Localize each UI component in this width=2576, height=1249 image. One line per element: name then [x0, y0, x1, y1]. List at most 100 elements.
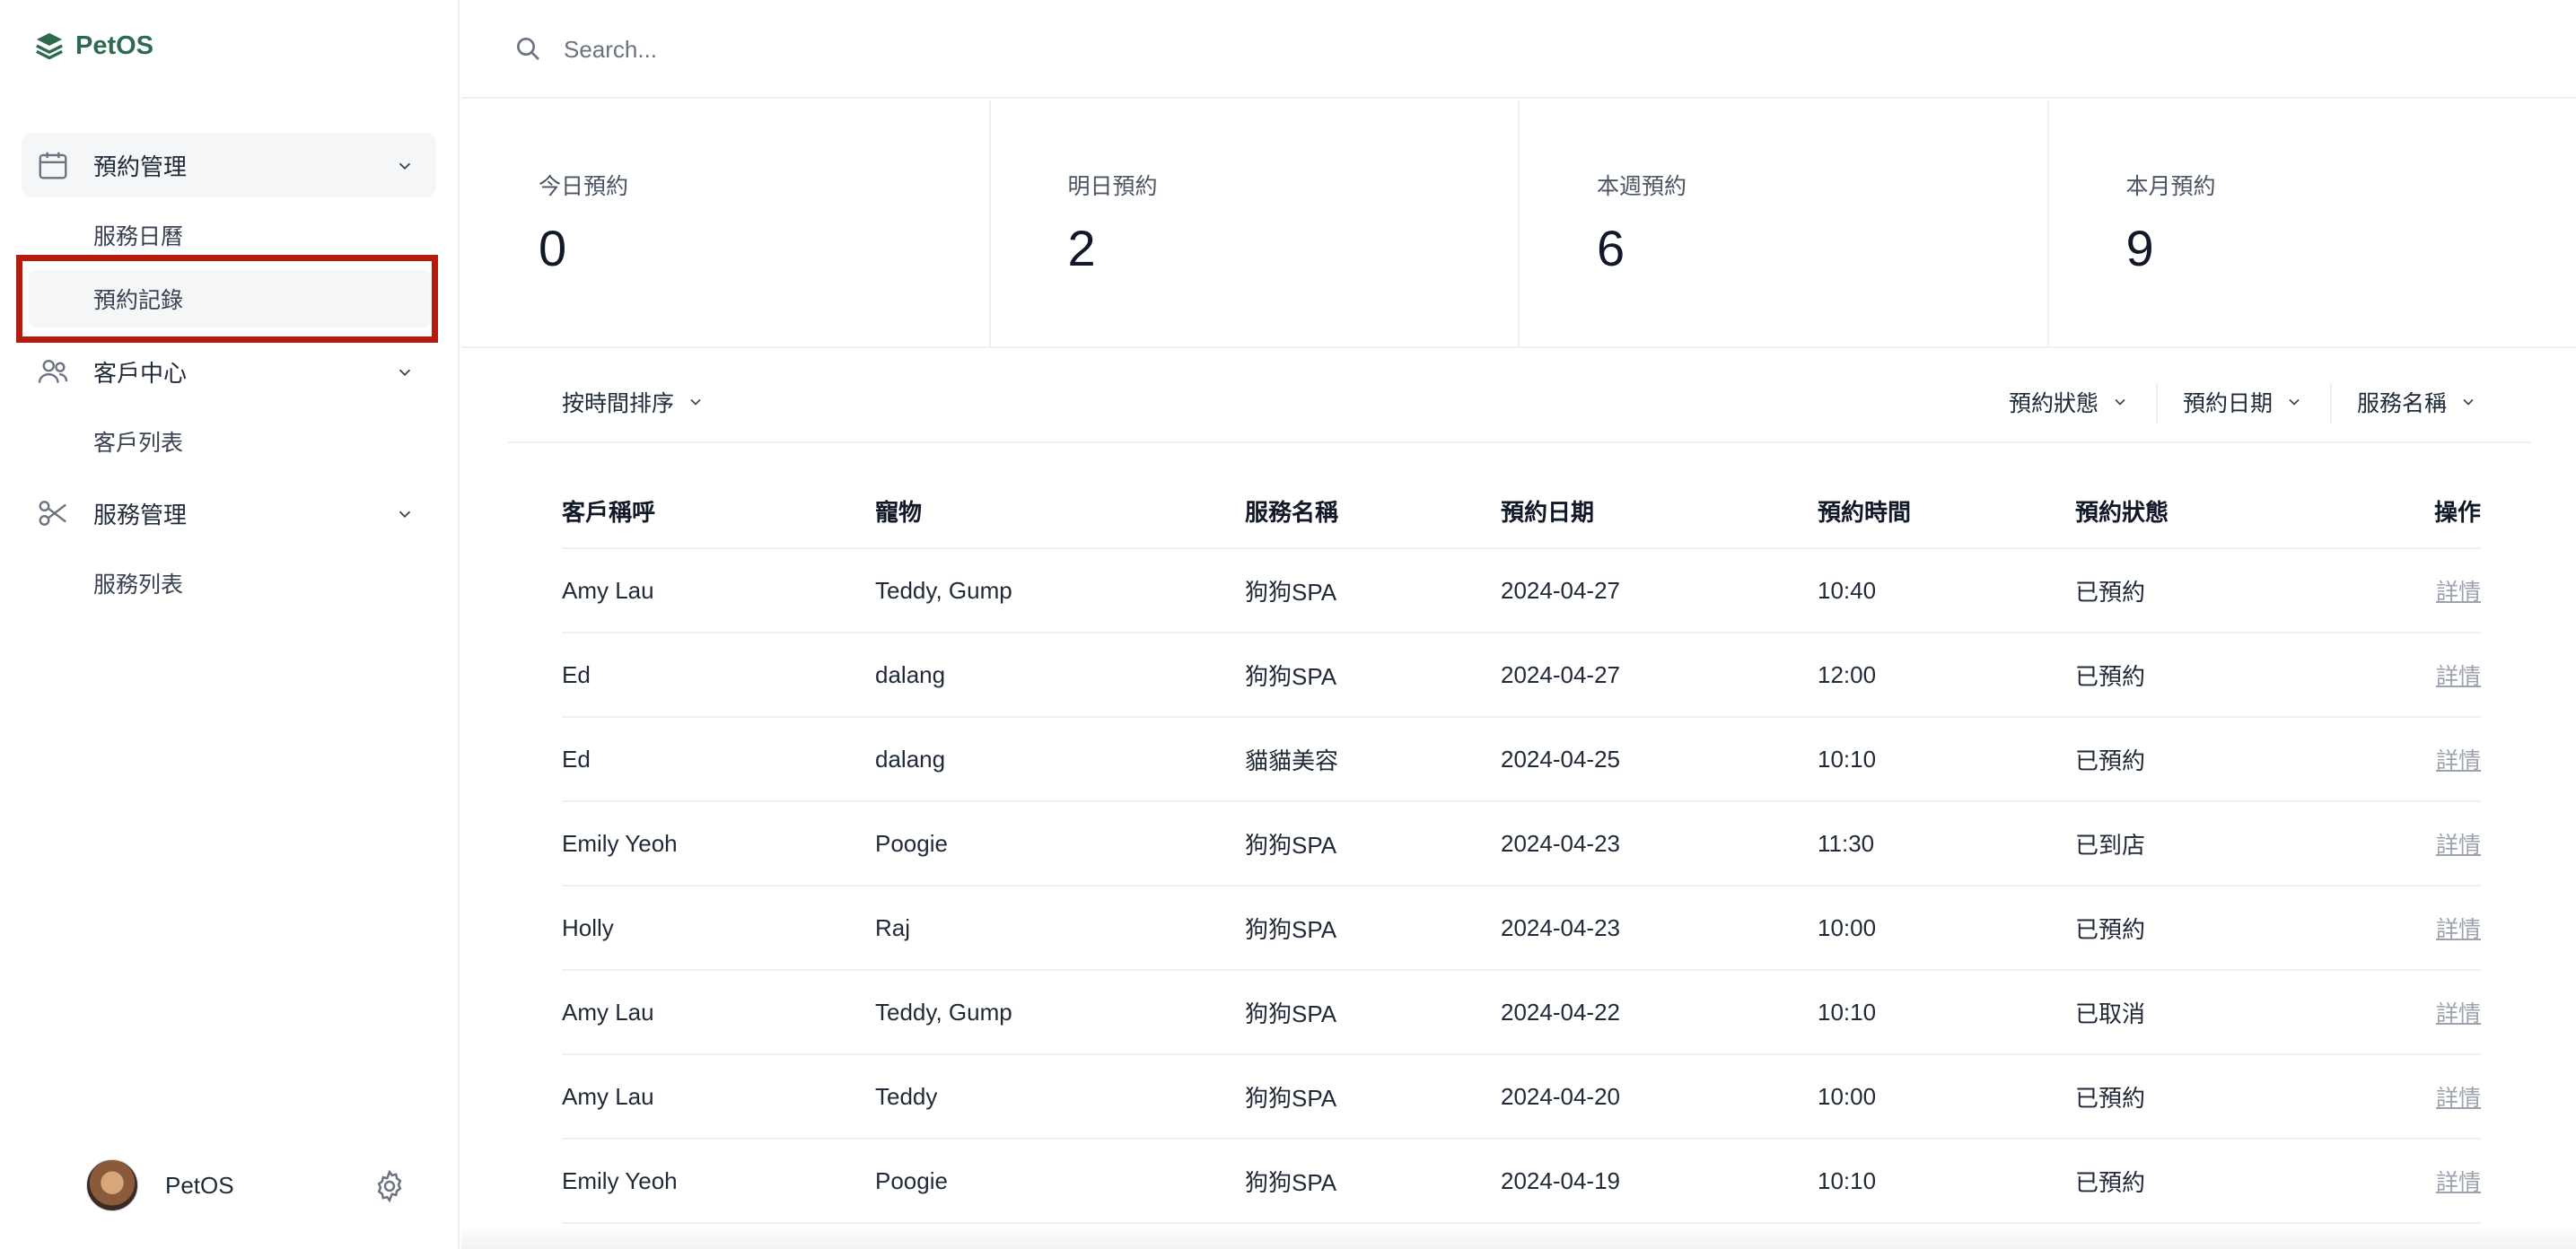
cell-time: 10:00	[1818, 1082, 1877, 1110]
column-header-service[interactable]: 服務名稱	[1245, 474, 1338, 547]
cell-customer: Holly	[562, 913, 614, 941]
cell-pet: Teddy	[875, 1082, 938, 1110]
cell-date: 2024-04-23	[1501, 913, 1620, 941]
chevron-down-icon[interactable]	[395, 504, 415, 524]
column-header-time[interactable]: 預約時間	[1818, 474, 1911, 547]
table-row[interactable]: Amy Lau Teddy 狗狗SPA 2024-04-20 10:00 已預約…	[562, 1055, 2481, 1140]
cell-status: 已預約	[2075, 662, 2146, 690]
table-row[interactable]: Amy Lau Teddy, Gump 狗狗SPA 2024-04-27 10:…	[562, 549, 2481, 633]
highlight-box	[16, 255, 438, 343]
chevron-down-icon[interactable]	[395, 362, 415, 382]
cell-status: 已預約	[2075, 578, 2146, 606]
service-filter-dropdown[interactable]: 服務名稱	[2357, 384, 2477, 420]
date-filter-dropdown[interactable]: 預約日期	[2183, 384, 2303, 420]
nav-group-appointments[interactable]: 預約管理	[22, 133, 436, 197]
cell-customer: Ed	[562, 745, 591, 773]
user-profile[interactable]: PetOS	[86, 1159, 234, 1211]
table-row[interactable]: Ed dalang 貓貓美容 2024-04-25 10:10 已預約 詳情	[562, 718, 2481, 802]
cell-time: 10:10	[1818, 1166, 1877, 1194]
scroll-shadow	[461, 1226, 2576, 1249]
cell-pet: dalang	[875, 745, 946, 773]
column-header-status[interactable]: 預約狀態	[2075, 474, 2169, 547]
detail-link[interactable]: 詳情	[2436, 1055, 2481, 1138]
layers-logo-icon	[36, 32, 63, 60]
cell-customer: Emily Yeoh	[562, 1166, 678, 1194]
stats-row: 今日預約 0 明日預約 2 本週預約 6 本月預約 9	[461, 100, 2576, 348]
stat-value: 9	[2125, 220, 2154, 276]
cell-pet: dalang	[875, 660, 946, 688]
table-row[interactable]: Emily Yeoh Poogie 狗狗SPA 2024-04-23 11:30…	[562, 802, 2481, 887]
cell-pet: Teddy, Gump	[875, 576, 1012, 604]
stat-month: 本月預約 9	[2049, 100, 2576, 346]
status-filter-dropdown[interactable]: 預約狀態	[2009, 384, 2129, 420]
cell-customer: Emily Yeoh	[562, 829, 678, 857]
appointments-table: 客戶稱呼 寵物 服務名稱 預約日期 預約時間 預約狀態 操作 Amy Lau T…	[562, 474, 2481, 1224]
cell-time: 12:00	[1818, 660, 1877, 688]
column-header-pet[interactable]: 寵物	[875, 474, 922, 547]
cell-status: 已預約	[2075, 1168, 2146, 1196]
table-row[interactable]: Ed dalang 狗狗SPA 2024-04-27 12:00 已預約 詳情	[562, 633, 2481, 718]
cell-service: 貓貓美容	[1245, 747, 1339, 774]
table-row[interactable]: Amy Lau Teddy, Gump 狗狗SPA 2024-04-22 10:…	[562, 971, 2481, 1055]
table-row[interactable]: Holly Raj 狗狗SPA 2024-04-23 10:00 已預約 詳情	[562, 887, 2481, 971]
detail-link[interactable]: 詳情	[2436, 633, 2481, 716]
users-icon	[38, 359, 68, 383]
sort-dropdown[interactable]: 按時間排序	[562, 384, 705, 420]
chevron-down-icon	[690, 398, 701, 406]
cell-date: 2024-04-25	[1501, 745, 1620, 773]
chevron-down-icon[interactable]	[395, 156, 415, 176]
brand-name: PetOS	[75, 31, 154, 60]
cell-status: 已預約	[2075, 1084, 2146, 1112]
detail-link[interactable]: 詳情	[2436, 549, 2481, 632]
gear-icon[interactable]	[372, 1168, 407, 1204]
stat-label: 今日預約	[539, 174, 629, 199]
stat-value: 2	[1067, 220, 1096, 276]
stat-label: 明日預約	[1067, 174, 1158, 199]
cell-time: 10:10	[1818, 998, 1877, 1026]
detail-link[interactable]: 詳情	[2436, 887, 2481, 969]
cell-status: 已預約	[2075, 747, 2146, 774]
cell-status: 已到店	[2075, 831, 2146, 859]
avatar[interactable]	[86, 1159, 138, 1211]
filter-divider	[2156, 382, 2158, 424]
cell-service: 狗狗SPA	[1245, 1084, 1337, 1112]
detail-link[interactable]: 詳情	[2436, 1140, 2481, 1222]
nav-group-label: 客戶中心	[93, 359, 188, 387]
service-filter-label: 服務名稱	[2357, 391, 2448, 416]
chevron-down-icon	[2463, 398, 2474, 406]
detail-link[interactable]: 詳情	[2436, 718, 2481, 800]
calendar-icon	[39, 152, 67, 179]
brand[interactable]: PetOS	[34, 31, 153, 61]
stat-value: 0	[539, 220, 567, 276]
sidebar-item-service-list[interactable]: 服務列表	[29, 555, 431, 612]
stat-week: 本週預約 6	[1520, 100, 2049, 346]
column-header-customer[interactable]: 客戶稱呼	[562, 474, 655, 547]
sidebar-item-customer-list[interactable]: 客戶列表	[29, 413, 431, 470]
cell-service: 狗狗SPA	[1245, 1168, 1337, 1196]
detail-link[interactable]: 詳情	[2436, 802, 2481, 885]
column-header-date[interactable]: 預約日期	[1501, 474, 1594, 547]
stat-tomorrow: 明日預約 2	[991, 100, 1520, 346]
date-filter-label: 預約日期	[2183, 391, 2274, 416]
cell-date: 2024-04-19	[1501, 1166, 1620, 1194]
status-filter-label: 預約狀態	[2009, 391, 2099, 416]
nav-group-services[interactable]: 服務管理	[22, 481, 436, 546]
cell-customer: Amy Lau	[562, 576, 654, 604]
cell-status: 已取消	[2075, 1000, 2146, 1027]
search-input[interactable]	[562, 25, 1373, 74]
cell-pet: Teddy, Gump	[875, 998, 1012, 1026]
cell-date: 2024-04-27	[1501, 660, 1620, 688]
detail-link[interactable]: 詳情	[2436, 971, 2481, 1053]
stat-label: 本週預約	[1597, 174, 1687, 199]
cell-date: 2024-04-23	[1501, 829, 1620, 857]
cell-customer: Amy Lau	[562, 998, 654, 1026]
cell-date: 2024-04-27	[1501, 576, 1620, 604]
table-row[interactable]: Emily Yeoh Poogie 狗狗SPA 2024-04-19 10:10…	[562, 1140, 2481, 1224]
user-name: PetOS	[165, 1171, 234, 1199]
nav-group-customers[interactable]: 客戶中心	[22, 339, 436, 404]
stat-today: 今日預約 0	[461, 100, 991, 346]
table-header: 客戶稱呼 寵物 服務名稱 預約日期 預約時間 預約狀態 操作	[562, 474, 2481, 549]
cell-time: 10:40	[1818, 576, 1877, 604]
cell-customer: Ed	[562, 660, 591, 688]
cell-service: 狗狗SPA	[1245, 915, 1337, 943]
